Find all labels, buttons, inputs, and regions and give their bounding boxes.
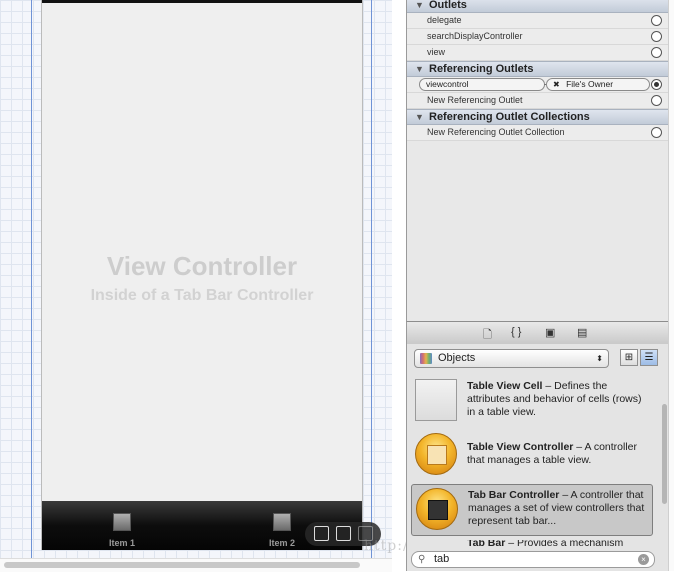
item-name: Table View Controller [467,441,574,453]
item-name: Tab Bar [467,540,506,549]
media-icon[interactable]: ▤ [577,326,587,339]
layout-guide-right [371,0,372,571]
grid-view-icon[interactable]: ⊞ [620,349,638,366]
connection-circle-icon[interactable] [651,31,662,42]
table-view-cell-icon [415,379,457,421]
library-item-description: Table View Controller – A controller tha… [467,441,649,467]
target-name: File's Owner [566,79,614,89]
outlets-header[interactable]: ▼ Outlets [407,0,669,13]
library-filter-popup[interactable]: Objects ⬍ [414,349,609,368]
outlet-label: searchDisplayController [427,31,523,41]
disclosure-triangle-icon[interactable]: ▼ [415,62,424,76]
new-referencing-outlet-row: New Referencing Outlet [407,93,669,109]
connection-circle-icon[interactable] [651,127,662,138]
zoom-out-icon[interactable] [314,526,329,541]
library-tab-bar: 🗋 { } ▣ ▤ [406,321,670,345]
status-bar-strip [42,0,362,3]
item-name: Table View Cell [467,380,543,392]
library-item-description: Table View Cell – Defines the attributes… [467,380,649,419]
remove-connection-icon[interactable]: ✖ [553,80,560,89]
new-referencing-collection-row: New Referencing Outlet Collection [407,125,669,141]
view-controller-subtitle: Inside of a Tab Bar Controller [90,287,314,304]
window-edge [668,0,674,571]
referencing-collections-header[interactable]: ▼ Referencing Outlet Collections [407,109,669,125]
tab-item-icon [273,513,291,531]
section-title: Outlets [429,0,467,11]
target-pill[interactable]: ✖ File's Owner [546,78,650,91]
search-icon: ⚲ [418,554,426,565]
tab-bar-controller-icon [416,488,458,530]
library-scrollbar[interactable] [662,404,667,504]
outlet-label: New Referencing Outlet Collection [427,127,565,137]
horizontal-scrollbar[interactable] [0,558,392,572]
outlet-label: delegate [427,15,462,25]
library-item-tab-bar[interactable]: Tab Bar – Provides a mechanism [411,540,651,550]
outlet-pill[interactable]: viewcontrol [419,78,545,91]
outlet-label: view [427,47,446,57]
tab-item-label: Item 1 [108,538,135,548]
zoom-fit-icon[interactable] [336,526,351,541]
clear-search-icon[interactable]: × [638,554,649,565]
tab-bar-item-1[interactable]: Item 1 [82,501,162,550]
library-item-tab-bar-controller[interactable]: Tab Bar Controller – A controller that m… [411,484,653,536]
library-item-table-view-cell[interactable]: Table View Cell – Defines the attributes… [411,376,651,426]
tab-item-icon [113,513,131,531]
objects-icon [420,353,432,364]
list-view-icon[interactable]: ☰ [640,349,658,366]
outlet-label: New Referencing Outlet [427,95,523,105]
library-item-description: Tab Bar – Provides a mechanism [467,540,649,550]
connections-inspector: ▼ Outlets delegate searchDisplayControll… [406,0,674,321]
referencing-outlet-connection: viewcontrol ✖ File's Owner [407,77,669,93]
library-item-description: Tab Bar Controller – A controller that m… [468,489,650,528]
item-name: Tab Bar Controller [468,489,560,501]
layout-guide-left [31,0,32,571]
object-cube-icon[interactable]: ▣ [545,326,555,339]
storyboard-canvas[interactable]: View Controller Inside of a Tab Bar Cont… [0,0,392,572]
outlet-row-view: view [407,45,669,61]
file-template-icon[interactable]: 🗋 [483,326,492,345]
library-search-field[interactable]: ⚲ tab × [411,551,655,568]
connection-circle-icon[interactable] [651,47,662,58]
referencing-outlets-header[interactable]: ▼ Referencing Outlets [407,61,669,77]
connection-circle-icon[interactable] [651,15,662,26]
disclosure-triangle-icon[interactable]: ▼ [415,110,424,124]
connection-circle-filled-icon[interactable] [651,79,662,90]
search-input[interactable]: tab [434,552,449,567]
popup-label: Objects [438,352,476,364]
library-item-table-view-controller[interactable]: Table View Controller – A controller tha… [411,430,651,480]
object-library: Objects ⬍ ⊞ ☰ Table View Cell – Defines … [406,344,670,571]
outlet-row-delegate: delegate [407,13,669,29]
table-view-controller-icon [415,433,457,475]
item-desc: – Provides a mechanism [505,540,624,549]
view-controller-scene[interactable]: View Controller Inside of a Tab Bar Cont… [41,0,363,550]
section-title: Referencing Outlets [429,63,534,75]
view-controller-title: View Controller [106,251,298,281]
popup-arrows-icon: ⬍ [596,354,603,363]
outlet-row-search-display-controller: searchDisplayController [407,29,669,45]
scroll-thumb[interactable] [4,562,360,568]
section-title: Referencing Outlet Collections [429,111,590,123]
outlet-name: viewcontrol [426,79,469,89]
disclosure-triangle-icon[interactable]: ▼ [415,0,424,12]
code-snippet-icon[interactable]: { } [511,326,521,338]
connection-circle-icon[interactable] [651,95,662,106]
